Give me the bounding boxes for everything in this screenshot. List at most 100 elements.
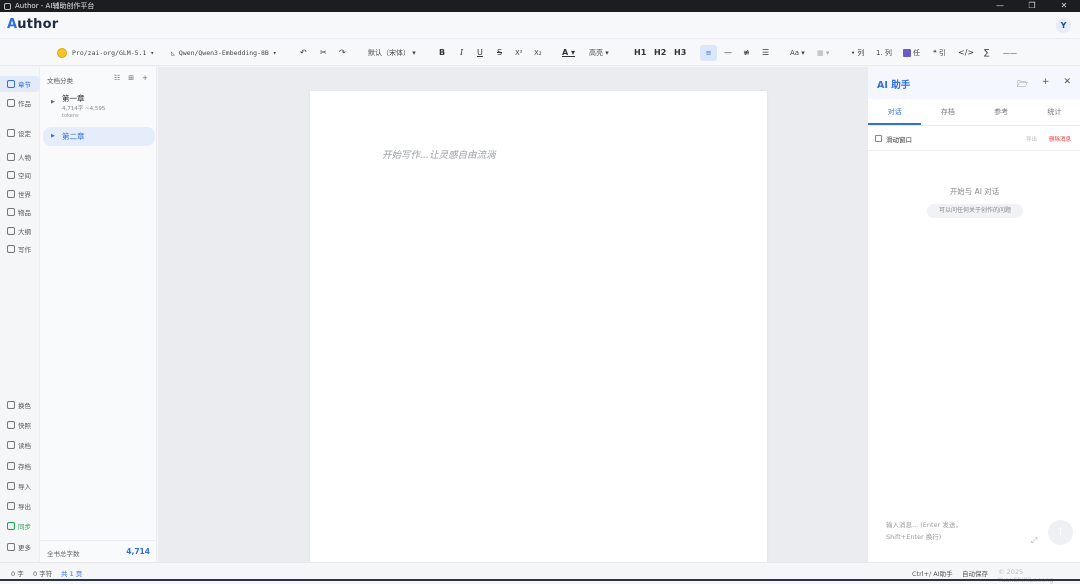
folder-add-icon[interactable]: ⊞ [128,74,134,82]
gear-icon [7,543,15,551]
left-nav: 章节 作品 设定 人物 空间 世界 物品 大纲 写作 换色 快照 读档 存档 导… [0,67,40,562]
word-count-footer: 全书总字数 4,714 [40,540,157,562]
nav-export[interactable]: 导出 [0,498,40,514]
nav-characters[interactable]: 人物 [0,149,40,165]
nav-settings[interactable]: 设定 [0,125,40,141]
font-size-select[interactable]: Aa ▾ [790,40,805,66]
maximize-button[interactable]: ❐ [1016,0,1048,12]
minimize-button[interactable]: — [984,0,1016,12]
superscript-icon[interactable]: X² [515,40,523,66]
close-window-button[interactable]: ✕ [1048,0,1080,12]
clipboard-icon [7,227,15,235]
heading2-button[interactable]: H2 [654,40,666,66]
nav-writing[interactable]: 写作 [0,241,40,257]
nav-load[interactable]: 读档 [0,437,40,453]
nav-outline[interactable]: 大纲 [0,223,40,239]
export-icon [7,502,15,510]
app-header: Author Y [0,12,1080,39]
chapter-item[interactable]: ▶ 第一章 4,714字 ~4,595 tokens [40,90,157,122]
strikethrough-icon[interactable]: S [497,40,502,66]
align-justify-icon[interactable]: ☰ [762,40,769,66]
model-icon [57,48,67,58]
sliding-window-checkbox[interactable] [875,135,882,142]
moon-icon [7,401,15,409]
checkbox-icon [903,49,911,57]
user-icon [7,153,15,161]
heading3-button[interactable]: H3 [674,40,686,66]
nav-world[interactable]: 世界 [0,186,40,202]
new-chat-icon[interactable]: + [1042,77,1050,93]
tab-archive[interactable]: 存档 [921,99,974,125]
align-left-icon[interactable]: ≡ [700,45,717,61]
chat-input[interactable]: 输入消息... (Enter 发送，Shift+Enter 换行) [886,519,998,543]
expand-arrow-icon[interactable]: ▶ [51,99,55,105]
globe-icon [7,190,15,198]
nav-chapters[interactable]: 章节 [0,76,40,92]
code-button[interactable]: </> [958,40,974,66]
add-chapter-icon[interactable]: + [142,74,148,82]
editor-area: 开始写作...让灵感自由流淌 [158,67,867,562]
undo-icon[interactable]: ↶ [300,40,307,66]
editor-page[interactable]: 开始写作...让灵感自由流淌 [310,91,767,562]
quote-button[interactable]: ❝ 引 [933,40,946,66]
brand-logo: Author [7,17,58,32]
align-right-icon[interactable]: ≢ [743,40,750,66]
chapter-panel-title: 文档分类 [47,75,73,85]
bold-icon[interactable]: B [439,40,445,66]
close-icon[interactable]: ✕ [1063,77,1071,93]
clear-format-icon[interactable]: ✂ [320,40,327,66]
redo-icon[interactable]: ↷ [339,40,346,66]
status-chars: 0 字 [11,568,24,578]
nav-save[interactable]: 存档 [0,458,40,474]
export-chat-button[interactable]: 导出 [1026,135,1037,143]
line-height-icon[interactable]: ▦ ▾ [817,40,829,66]
embedding-select[interactable]: ◺ Qwen/Qwen3-Embedding-8B ▾ [171,40,277,66]
text-color-icon[interactable]: A ▾ [562,40,575,66]
nav-space[interactable]: 空间 [0,167,40,183]
sliding-window-label: 滑动窗口 [886,134,912,144]
app-icon [4,3,11,10]
nav-works[interactable]: 作品 [0,95,40,111]
expand-icon[interactable]: ⤢ [1031,536,1037,546]
chapter-item-selected[interactable]: ▶ 第二章 [43,127,155,146]
formula-button[interactable]: ∑ [984,40,989,66]
send-button[interactable]: ↑ [1048,520,1073,545]
model-select[interactable]: Pro/zai-org/GLM-5.1 ▾ [57,40,154,66]
folder-open-icon[interactable]: 🗁 [1017,77,1028,93]
embedding-icon: ◺ [171,49,179,57]
window-title: Author - AI辅助创作平台 [15,1,94,11]
task-list-button[interactable]: 任 [903,40,920,66]
status-pages: 共 1 页 [61,568,82,578]
expand-arrow-icon[interactable]: ▶ [51,133,55,139]
user-avatar[interactable]: Y [1056,18,1071,33]
horizontal-rule-button[interactable]: —— [1003,40,1017,66]
empty-state-hint: 可以问任何关于创作的问题 [927,204,1023,218]
status-copyright: © 2025 YuanShiXiLaoong [998,568,1080,584]
window-titlebar: Author - AI辅助创作平台 — ❐ ✕ [0,0,1080,12]
nav-sync[interactable]: 同步 [0,518,40,534]
delete-messages-button[interactable]: 删除消息 [1049,135,1071,143]
align-center-icon[interactable]: — [724,40,732,66]
nav-snapshot[interactable]: 快照 [0,417,40,433]
chapter-panel: 文档分类 ☷ ⊞ + ▶ 第一章 4,714字 ~4,595 tokens ▶ … [40,67,157,562]
bullet-list-button[interactable]: • 列 [851,40,864,66]
tab-stats[interactable]: 统计 [1028,99,1080,125]
status-shortcut: Ctrl+/ AI助手 [912,568,953,578]
tab-reference[interactable]: 参考 [975,99,1028,125]
subscript-icon[interactable]: X₂ [534,40,542,66]
tab-chat[interactable]: 对话 [868,99,921,125]
heading1-button[interactable]: H1 [634,40,646,66]
ordered-list-button[interactable]: 1. 列 [876,40,892,66]
nav-theme[interactable]: 换色 [0,397,40,413]
editor-toolbar: Pro/zai-org/GLM-5.1 ▾ ◺ Qwen/Qwen3-Embed… [0,40,1080,66]
book-icon [7,80,15,88]
pen-icon [7,245,15,253]
italic-icon[interactable]: I [460,40,463,66]
highlight-select[interactable]: 高亮 ▾ [589,40,609,66]
nav-import[interactable]: 导入 [0,478,40,494]
nav-items[interactable]: 物品 [0,204,40,220]
sort-icon[interactable]: ☷ [114,74,120,82]
nav-more[interactable]: 更多 [0,539,40,555]
underline-icon[interactable]: U [477,40,483,66]
font-select[interactable]: 默认（宋体） ▾ [368,40,416,66]
